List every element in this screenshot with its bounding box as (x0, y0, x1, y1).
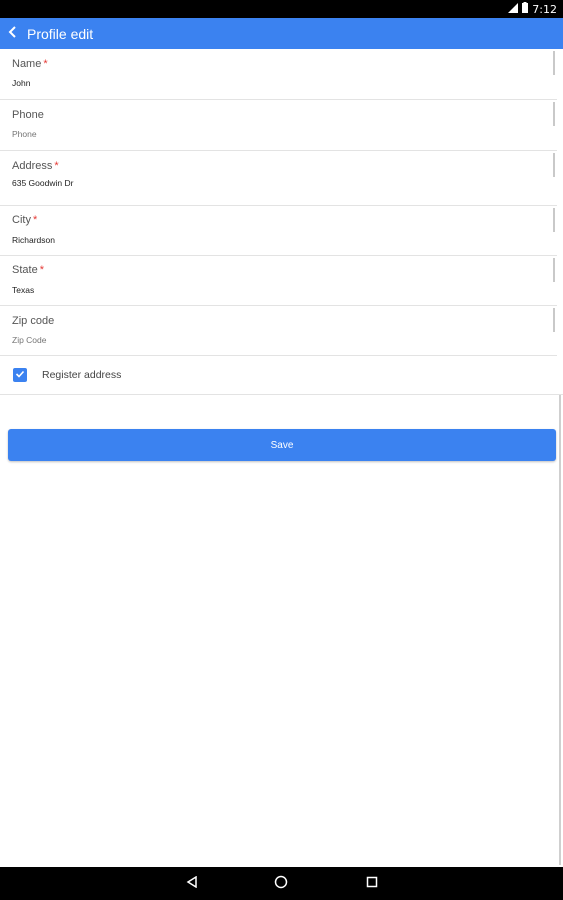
status-time: 7:12 (532, 2, 557, 16)
scrollbar[interactable] (559, 395, 561, 865)
navigation-bar (0, 867, 563, 900)
state-input[interactable] (12, 285, 512, 295)
status-icons: 7:12 (508, 2, 557, 16)
register-address-label: Register address (42, 369, 122, 381)
nav-back-button[interactable] (183, 875, 201, 893)
required-marker: * (39, 264, 44, 276)
triangle-back-icon (186, 875, 198, 893)
address-row[interactable]: Address * (0, 151, 557, 206)
name-input[interactable] (12, 78, 512, 88)
app-bar: Profile edit (0, 18, 563, 49)
nav-recents-button[interactable] (363, 875, 381, 893)
row-scroll-indicator (553, 51, 555, 75)
name-label: Name * (12, 58, 48, 70)
address-input[interactable] (12, 178, 512, 188)
name-row[interactable]: Name * (0, 49, 557, 100)
square-recents-icon (366, 875, 378, 893)
phone-input[interactable] (12, 129, 512, 139)
zip-input[interactable] (12, 335, 512, 345)
status-bar: 7:12 (0, 0, 563, 18)
phone-row[interactable]: Phone (0, 100, 557, 151)
row-scroll-indicator (553, 102, 555, 126)
city-row[interactable]: City * (0, 206, 557, 256)
city-label: City * (12, 214, 38, 226)
register-address-checkbox[interactable] (13, 368, 27, 382)
register-address-row[interactable]: Register address (0, 356, 563, 395)
check-icon (15, 366, 25, 384)
phone-label: Phone (12, 109, 44, 121)
required-marker: * (54, 160, 59, 172)
back-arrow-icon (8, 25, 18, 43)
battery-icon (522, 2, 529, 16)
back-button[interactable] (0, 18, 26, 49)
row-scroll-indicator (553, 308, 555, 332)
page-title: Profile edit (27, 25, 94, 42)
nav-home-button[interactable] (272, 875, 290, 893)
row-scroll-indicator (553, 208, 555, 232)
required-marker: * (32, 214, 38, 226)
zip-row[interactable]: Zip code (0, 306, 557, 356)
save-button[interactable]: Save (8, 429, 556, 461)
zip-label: Zip code (12, 315, 55, 327)
required-marker: * (43, 58, 48, 70)
row-scroll-indicator (553, 153, 555, 177)
state-row[interactable]: State * (0, 256, 557, 306)
form-content: Name* Phone Address* City* State* Zip co… (0, 49, 563, 867)
address-label: Address * (12, 160, 59, 172)
signal-icon (508, 2, 519, 16)
state-label: State * (12, 264, 44, 276)
circle-home-icon (274, 875, 288, 894)
row-scroll-indicator (553, 258, 555, 282)
city-input[interactable] (12, 235, 512, 245)
